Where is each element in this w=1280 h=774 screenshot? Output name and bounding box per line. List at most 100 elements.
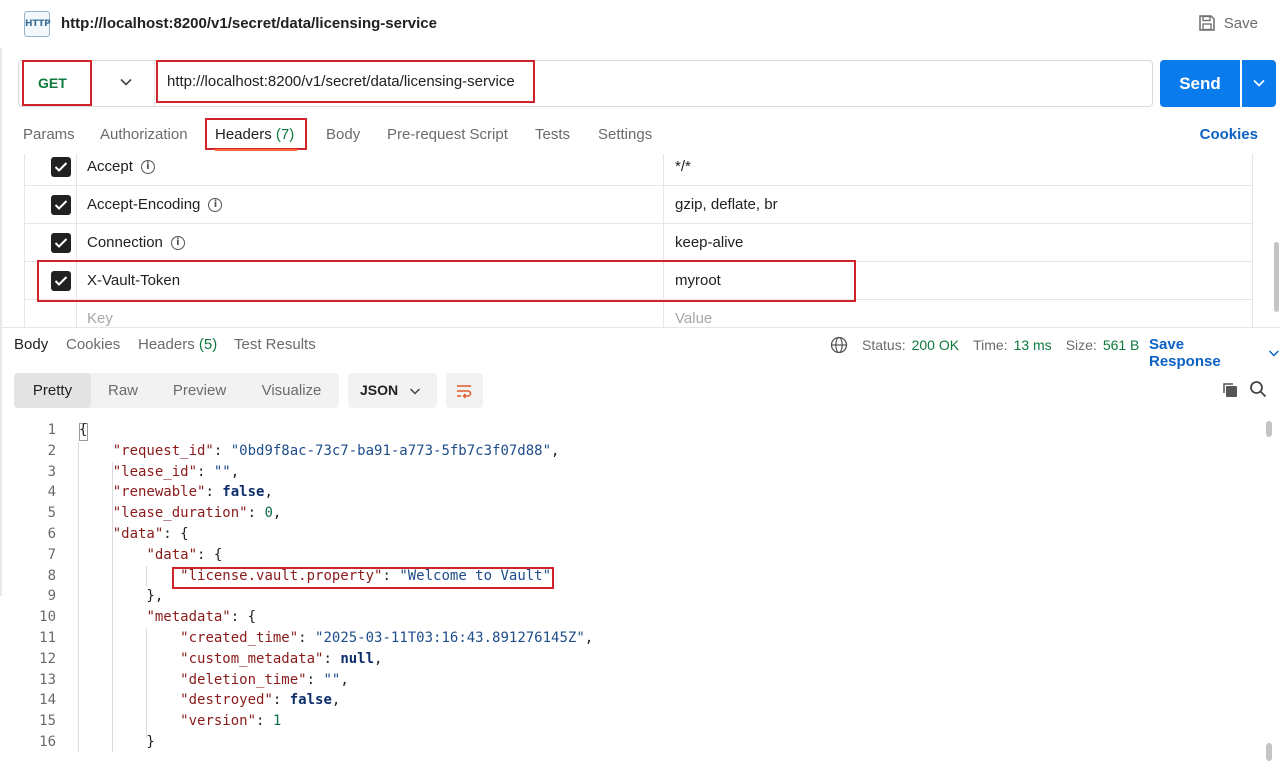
- code-scrollbar-bottom[interactable]: [1266, 743, 1272, 761]
- send-button[interactable]: Send: [1160, 60, 1240, 107]
- line-number: 3: [47, 463, 56, 480]
- code-text: "lease_duration": 0,: [112, 505, 282, 522]
- response-status-bar: Status: 200 OK Time: 13 ms Size: 561 B: [830, 336, 1153, 354]
- header-key[interactable]: Accept-Encoding i: [87, 196, 223, 213]
- code-text: "created_time": "2025-03-11T03:16:43.891…: [180, 630, 594, 646]
- response-body-code[interactable]: 1{2 "request_id": "0bd9f8ac-73c7-ba91-a7…: [0, 420, 1262, 774]
- code-line: 4 "renewable": false,: [0, 482, 1262, 503]
- code-text: "destroyed": false,: [180, 692, 341, 709]
- tab-settings[interactable]: Settings: [598, 126, 652, 143]
- new-header-value-input[interactable]: Value: [675, 310, 712, 327]
- line-number: 12: [39, 650, 56, 667]
- code-line: 2 "request_id": "0bd9f8ac-73c7-ba91-a773…: [0, 441, 1262, 462]
- tab-test-results[interactable]: Test Results: [234, 336, 316, 353]
- view-pretty[interactable]: Pretty: [14, 373, 91, 408]
- check-icon: [54, 162, 68, 172]
- cookies-link[interactable]: Cookies: [1200, 126, 1258, 143]
- line-number: 2: [47, 442, 56, 459]
- copy-icon[interactable]: [1221, 381, 1239, 399]
- tab-response-body[interactable]: Body: [14, 336, 48, 353]
- line-number: 11: [39, 630, 56, 646]
- status-value[interactable]: 200 OK: [912, 337, 959, 353]
- line-number: 7: [47, 546, 56, 563]
- header-key[interactable]: Connection i: [87, 234, 185, 251]
- tab-tests[interactable]: Tests: [535, 126, 570, 143]
- active-tab-indicator: [215, 149, 297, 151]
- chevron-down-icon[interactable]: [119, 75, 133, 89]
- tab-headers-label: Headers: [215, 126, 272, 143]
- tab-headers[interactable]: Headers (7): [215, 126, 294, 143]
- info-icon[interactable]: i: [170, 235, 185, 250]
- line-number: 1: [47, 422, 56, 438]
- tab-body[interactable]: Body: [326, 126, 360, 143]
- checkbox-cell: [25, 154, 77, 185]
- header-key-text: Connection: [87, 234, 163, 251]
- chevron-down-icon: [1269, 350, 1280, 357]
- line-number: 15: [39, 713, 56, 730]
- token-row-highlight: [37, 260, 856, 302]
- view-preview[interactable]: Preview: [155, 373, 244, 408]
- pane-divider[interactable]: [0, 327, 1280, 328]
- request-title[interactable]: http://localhost:8200/v1/secret/data/lic…: [61, 15, 437, 32]
- view-mode-segmented: Pretty Raw Preview Visualize: [14, 373, 339, 408]
- info-icon[interactable]: i: [208, 197, 223, 212]
- size-value[interactable]: 561 B: [1103, 337, 1140, 353]
- checkbox-cell: [25, 186, 77, 223]
- save-button[interactable]: Save: [1198, 14, 1258, 32]
- request-titlebar: HTTP http://localhost:8200/v1/secret/dat…: [0, 0, 1280, 48]
- send-options-button[interactable]: [1242, 60, 1276, 107]
- line-number: 6: [47, 526, 56, 542]
- save-label: Save: [1223, 14, 1258, 32]
- line-number: 14: [39, 692, 56, 709]
- time-value[interactable]: 13 ms: [1014, 337, 1052, 353]
- tab-response-headers-count: (5): [198, 336, 218, 353]
- checkbox-cell: [25, 300, 77, 328]
- view-raw[interactable]: Raw: [91, 373, 155, 408]
- table-row: Accept i */*: [25, 154, 1252, 186]
- check-icon: [54, 238, 68, 248]
- wrap-lines-icon: [457, 385, 472, 399]
- header-key[interactable]: Accept i: [87, 158, 155, 175]
- header-checkbox[interactable]: [51, 195, 71, 215]
- format-select[interactable]: JSON: [348, 373, 437, 408]
- code-line: 9 },: [0, 586, 1262, 607]
- tab-authorization[interactable]: Authorization: [100, 126, 188, 143]
- save-response-button[interactable]: Save Response: [1149, 336, 1280, 370]
- code-line: 11 "created_time": "2025-03-11T03:16:43.…: [0, 628, 1262, 649]
- header-value[interactable]: */*: [675, 158, 691, 175]
- line-number: 5: [47, 505, 56, 522]
- code-text: "version": 1: [180, 713, 282, 730]
- code-line: 14 "destroyed": false,: [0, 690, 1262, 711]
- http-request-icon: HTTP: [24, 11, 51, 37]
- tab-response-headers[interactable]: Headers (5): [138, 336, 217, 353]
- code-line: 13 "deletion_time": "",: [0, 670, 1262, 691]
- code-line: 3 "lease_id": "",: [0, 462, 1262, 483]
- header-value[interactable]: gzip, deflate, br: [675, 196, 778, 213]
- globe-icon[interactable]: [830, 336, 848, 354]
- search-icon[interactable]: [1249, 380, 1267, 398]
- method-select[interactable]: GET: [22, 60, 92, 106]
- info-icon[interactable]: i: [140, 159, 155, 174]
- code-text: "data": {: [112, 526, 189, 542]
- wrap-lines-button[interactable]: [446, 373, 483, 408]
- url-input[interactable]: http://localhost:8200/v1/secret/data/lic…: [156, 60, 535, 103]
- header-checkbox[interactable]: [51, 157, 71, 177]
- size-label: Size:: [1065, 337, 1097, 353]
- tab-prerequest-script[interactable]: Pre-request Script: [387, 126, 508, 143]
- request-bar: GET http://localhost:8200/v1/secret/data…: [18, 60, 1153, 107]
- new-header-key-input[interactable]: Key: [87, 310, 113, 327]
- checkbox-cell: [25, 224, 77, 261]
- tab-params[interactable]: Params: [23, 126, 75, 143]
- code-scrollbar-top[interactable]: [1266, 421, 1272, 437]
- line-number: 9: [47, 588, 56, 605]
- headers-scrollbar[interactable]: [1274, 242, 1279, 312]
- view-visualize[interactable]: Visualize: [244, 373, 339, 408]
- tab-response-cookies[interactable]: Cookies: [66, 336, 120, 353]
- table-row: Connection i keep-alive: [25, 224, 1252, 262]
- header-checkbox[interactable]: [51, 233, 71, 253]
- column-divider: [663, 224, 664, 261]
- column-divider: [663, 154, 664, 185]
- header-value[interactable]: keep-alive: [675, 234, 743, 251]
- code-line: 7 "data": {: [0, 545, 1262, 566]
- code-line: 10 "metadata": {: [0, 607, 1262, 628]
